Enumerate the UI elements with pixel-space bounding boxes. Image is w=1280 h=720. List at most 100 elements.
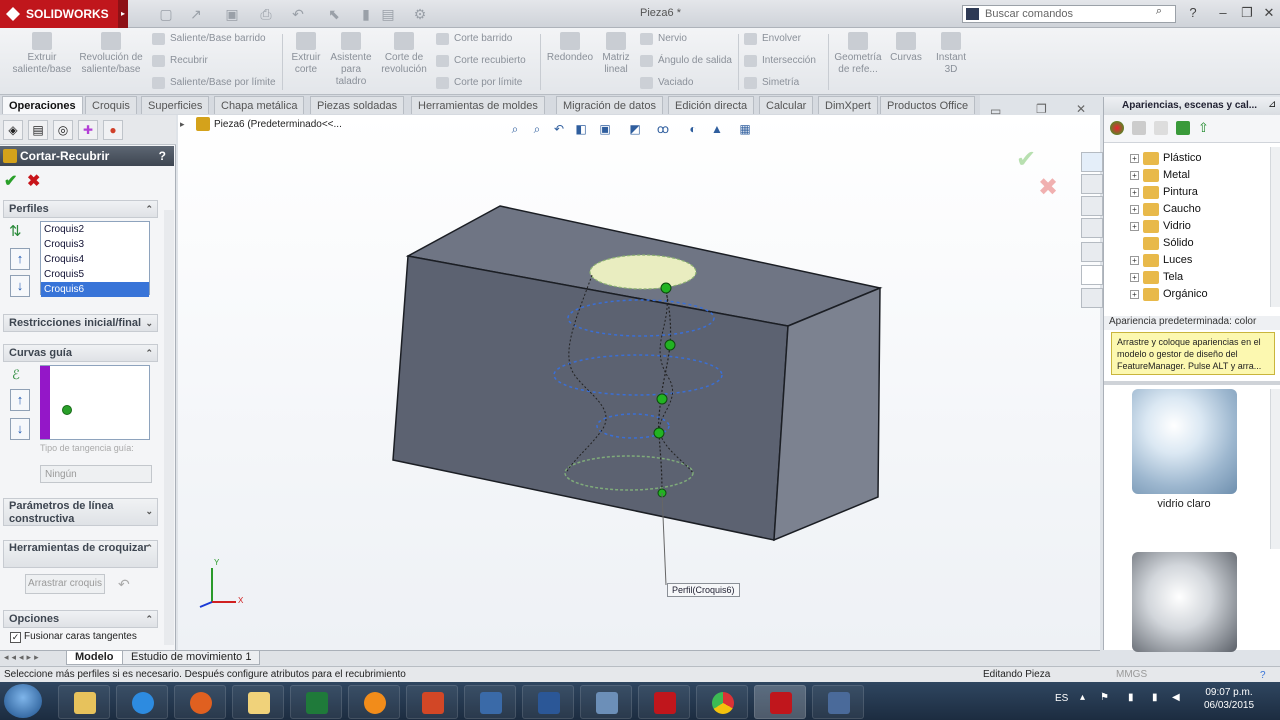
undo-icon[interactable]: ↶ (290, 6, 306, 22)
expand-icon[interactable]: + (1130, 188, 1139, 197)
task-pane-home-icon[interactable] (1081, 152, 1103, 172)
cancel-button[interactable]: ✖ (27, 171, 40, 191)
flag-icon[interactable]: ⚑ (1100, 692, 1109, 703)
tab-operaciones[interactable]: Operaciones (2, 96, 83, 114)
tab-chapa-metalica[interactable]: Chapa metálica (214, 96, 305, 114)
property-manager-icon[interactable]: ▤ (28, 120, 48, 140)
panel-scrollbar[interactable] (164, 210, 174, 645)
guide-curves-listbox[interactable] (40, 365, 150, 440)
revolve-boss-button[interactable]: Revolución de saliente/base (78, 32, 144, 92)
language-indicator[interactable]: ES (1055, 693, 1068, 704)
close-icon[interactable]: ✕ (1260, 5, 1278, 23)
rebuild-icon[interactable]: ▮ (358, 6, 374, 22)
taskbar-window[interactable] (580, 685, 632, 719)
fillet-button[interactable]: Redondeo (544, 32, 596, 92)
extrude-boss-button[interactable]: Extruir saliente/base (8, 32, 76, 92)
swept-cut-button[interactable]: Corte barrido (434, 30, 538, 49)
taskbar-solidworks-1[interactable] (638, 685, 690, 719)
print-icon[interactable]: ⎙ (258, 6, 274, 22)
taskbar-powerpoint[interactable] (406, 685, 458, 719)
instant3d-button[interactable]: Instant 3D (930, 32, 972, 92)
tab-herramientas-moldes[interactable]: Herramientas de moldes (411, 96, 545, 114)
add-folder-icon[interactable] (1132, 121, 1146, 135)
minimize-icon[interactable]: – (1214, 5, 1232, 23)
task-pane-library-icon[interactable] (1081, 196, 1103, 216)
taskbar-excel[interactable] (290, 685, 342, 719)
tab-dimxpert[interactable]: DimXpert (818, 96, 878, 114)
expand-icon[interactable]: + (1130, 222, 1139, 231)
restore-icon[interactable]: ❐ (1238, 5, 1256, 23)
collapse-icon[interactable]: ⌃ (145, 611, 153, 627)
task-pane-custom-icon[interactable] (1081, 288, 1103, 308)
expand-icon[interactable]: + (1130, 171, 1139, 180)
viewport-restore-icon[interactable]: ❐ (1036, 102, 1047, 116)
hole-wizard-button[interactable]: Asistente para taladro (328, 32, 374, 92)
taskbar-solidworks-2[interactable] (754, 685, 806, 719)
tree-scrollbar[interactable] (1270, 147, 1280, 307)
profile-callout[interactable]: Perfil(Croquis6) (667, 583, 740, 597)
tab-superficies[interactable]: Superficies (141, 96, 210, 114)
material-swatch-glass[interactable] (1132, 552, 1237, 652)
shell-button[interactable]: Vaciado (638, 74, 734, 93)
search-commands-input[interactable]: Buscar comandos (962, 5, 1176, 23)
taskbar-save-app[interactable] (812, 685, 864, 719)
tab-estudio-movimiento[interactable]: Estudio de movimiento 1 (122, 651, 261, 665)
viewport-close-icon[interactable]: ✕ (1076, 102, 1086, 116)
tab-productos-office[interactable]: Productos Office (880, 96, 976, 114)
section-herramientas[interactable]: Herramientas de croquizar ⌃ (3, 540, 158, 568)
task-pane-explorer-icon[interactable] (1081, 218, 1103, 238)
tab-piezas-soldadas[interactable]: Piezas soldadas (310, 96, 405, 114)
tree-item-tela[interactable]: + Tela (1130, 269, 1183, 286)
options-icon[interactable]: ⚙ (412, 6, 428, 22)
tab-croquis[interactable]: Croquis (85, 96, 137, 114)
tree-item-vidrio[interactable]: + Vidrio (1130, 218, 1191, 235)
collapse-icon[interactable]: ⌃ (145, 542, 153, 555)
material-swatch-vidrio-claro[interactable] (1132, 389, 1237, 494)
help-icon[interactable]: ? (1184, 5, 1202, 23)
configuration-manager-icon[interactable]: ◎ (53, 120, 73, 140)
guide-move-down-button[interactable]: ↓ (10, 418, 30, 440)
linear-pattern-button[interactable]: Matriz lineal (598, 32, 634, 92)
expand-icon[interactable]: + (1130, 256, 1139, 265)
taskbar-media[interactable] (174, 685, 226, 719)
tree-item-solido[interactable]: Sólido (1130, 235, 1194, 252)
expand-icon[interactable]: + (1130, 205, 1139, 214)
dimxpert-manager-icon[interactable]: ✚ (78, 120, 98, 140)
undo-sketch-drag-icon[interactable]: ↶ (118, 576, 130, 593)
model-3d-view[interactable] (178, 115, 1100, 650)
move-down-button[interactable]: ↓ (10, 275, 30, 297)
open-icon[interactable]: ↗ (188, 6, 204, 22)
task-pane-appearances-icon[interactable] (1081, 265, 1103, 285)
boundary-boss-button[interactable]: Saliente/Base por límite (150, 74, 280, 93)
collapse-icon[interactable]: ⌃ (145, 345, 153, 361)
tree-item-caucho[interactable]: + Caucho (1130, 201, 1201, 218)
expand-icon[interactable]: ⌄ (145, 315, 153, 331)
section-opciones[interactable]: Opciones ⌃ (3, 610, 158, 628)
task-pane-resources-icon[interactable] (1081, 174, 1103, 194)
task-pane-views-icon[interactable] (1081, 242, 1103, 262)
revolved-cut-button[interactable]: Corte de revolución (378, 32, 430, 92)
drag-sketch-button[interactable]: Arrastrar croquis (25, 574, 105, 594)
swept-boss-button[interactable]: Saliente/Base barrido (150, 30, 280, 49)
network-icon[interactable]: ▮ (1152, 692, 1158, 703)
fusionar-checkbox[interactable]: ✓ (10, 632, 21, 643)
expand-icon[interactable]: ⌄ (145, 505, 153, 518)
section-curvas-guia[interactable]: Curvas guía ⌃ (3, 344, 158, 362)
help-button[interactable]: ? (159, 146, 166, 166)
profiles-listbox[interactable]: Croquis2 Croquis3 Croquis4 Croquis5 Croq… (40, 221, 150, 297)
appearances-root-icon[interactable] (1110, 121, 1124, 135)
collapse-icon[interactable]: ⌃ (145, 201, 153, 217)
section-restricciones[interactable]: Restricciones inicial/final ⌄ (3, 314, 158, 332)
tree-item-metal[interactable]: + Metal (1130, 167, 1190, 184)
list-item[interactable]: Croquis5 (41, 267, 149, 282)
tab-calcular[interactable]: Calcular (759, 96, 814, 114)
refresh-icon[interactable] (1176, 121, 1190, 135)
taskbar-explorer[interactable] (58, 685, 110, 719)
expand-icon[interactable]: + (1130, 154, 1139, 163)
tree-item-organico[interactable]: + Orgánico (1130, 286, 1208, 303)
expand-icon[interactable]: + (1130, 290, 1139, 299)
expand-icon[interactable]: + (1130, 273, 1139, 282)
ok-button[interactable]: ✔ (4, 171, 17, 191)
display-manager-icon[interactable]: ● (103, 120, 123, 140)
graphics-area[interactable]: ▸ Pieza6 (Predeterminado<<... ⌕ ⌕ ↶ ◧ ▣ … (178, 102, 1103, 650)
